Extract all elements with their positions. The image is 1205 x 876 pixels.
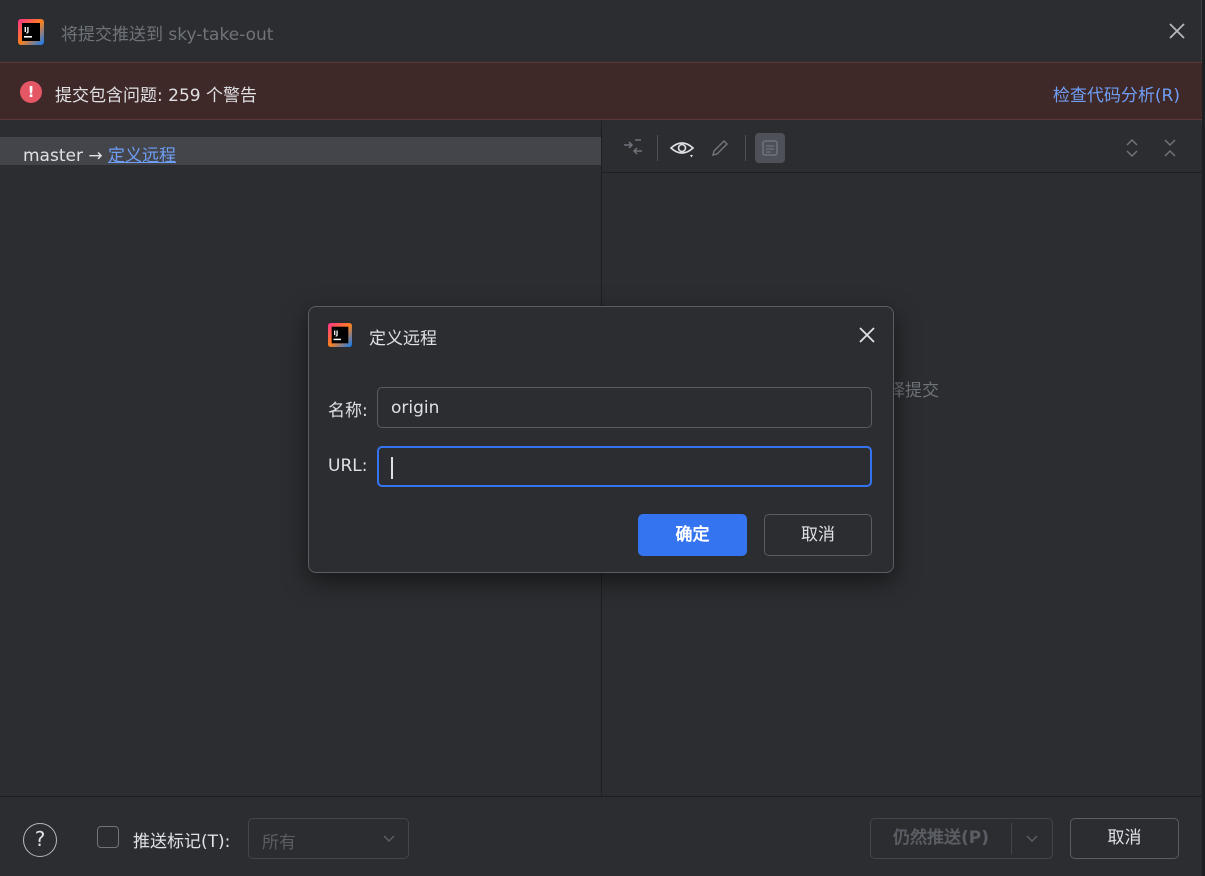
text-caret [391, 457, 393, 479]
toolbar-separator [657, 135, 658, 161]
define-remote-link[interactable]: 定义远程 [108, 146, 176, 166]
compare-arrows-icon [624, 139, 642, 155]
arrow-icon: → [88, 146, 103, 166]
error-icon: ! [20, 81, 42, 103]
toolbar-separator [745, 135, 746, 161]
svg-text:IJ: IJ [334, 329, 339, 337]
pencil-icon [711, 139, 729, 157]
view-options-button[interactable] [667, 133, 697, 163]
close-icon[interactable] [855, 323, 879, 347]
collapse-diff-button[interactable] [618, 133, 648, 163]
edit-source-button[interactable] [705, 133, 735, 163]
intellij-logo-icon: IJ [328, 323, 352, 347]
window-title: 将提交推送到 sky-take-out [61, 25, 274, 45]
expand-all-icon [1126, 138, 1138, 158]
review-code-analysis-link[interactable]: 检查代码分析(R) [1053, 81, 1180, 106]
cancel-button[interactable]: 取消 [1070, 818, 1179, 859]
url-label: URL: [328, 456, 368, 476]
help-button[interactable]: ? [23, 823, 57, 857]
push-anyway-button[interactable]: 仍然推送(P) [871, 819, 1011, 858]
preview-diff-button[interactable] [755, 133, 785, 163]
document-icon [762, 140, 778, 156]
footer-bar: ? 推送标记(T): 所有 仍然推送(P) 取消 [0, 796, 1202, 876]
dialog-title: 定义远程 [369, 329, 437, 349]
branch-row[interactable]: master → 定义远程 [0, 137, 601, 166]
chevron-down-icon [1026, 834, 1038, 842]
tags-select-value: 所有 [262, 833, 296, 853]
collapse-all-button[interactable] [1155, 133, 1185, 163]
define-remote-dialog: IJ 定义远程 名称: URL: 确定 取消 [308, 306, 894, 573]
name-label: 名称: [328, 401, 368, 421]
warning-message: 提交包含问题: 259 个警告 [55, 86, 257, 106]
ok-button[interactable]: 确定 [638, 514, 747, 556]
push-anyway-split-button: 仍然推送(P) [870, 818, 1053, 859]
push-tags-label: 推送标记(T): [133, 832, 231, 852]
dialog-cancel-button[interactable]: 取消 [764, 514, 872, 556]
expand-all-button[interactable] [1117, 133, 1147, 163]
push-options-dropdown[interactable] [1012, 819, 1052, 858]
name-input[interactable] [377, 387, 872, 428]
collapse-all-icon [1164, 139, 1176, 157]
svg-text:IJ: IJ [24, 26, 29, 34]
eye-icon [669, 142, 695, 158]
branch-name: master [23, 146, 83, 166]
tags-select[interactable]: 所有 [248, 818, 409, 859]
push-tags-checkbox[interactable] [97, 826, 119, 848]
changes-toolbar [602, 121, 1202, 173]
branch-label: master → 定义远程 [23, 141, 176, 166]
warning-banner: ! 提交包含问题: 259 个警告 检查代码分析(R) [0, 62, 1202, 120]
chevron-down-icon [383, 835, 395, 843]
close-icon[interactable] [1164, 18, 1190, 44]
url-input[interactable] [377, 446, 872, 487]
intellij-logo-icon: IJ [18, 19, 44, 45]
title-bar: IJ 将提交推送到 sky-take-out [0, 0, 1202, 62]
empty-selection-text: 择提交 [888, 381, 939, 401]
